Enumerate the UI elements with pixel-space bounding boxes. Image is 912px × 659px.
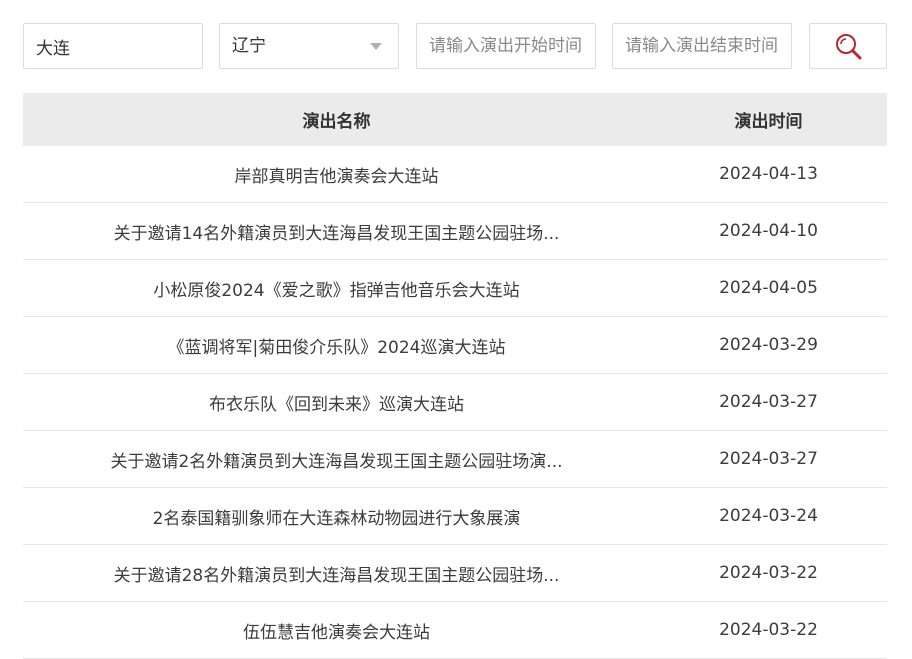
chevron-down-icon — [370, 43, 382, 50]
show-name[interactable]: 关于邀请28名外籍演员到大连海昌发现王国主题公园驻场... — [23, 544, 650, 602]
table-row[interactable]: 关于邀请14名外籍演员到大连海昌发现王国主题公园驻场... 2024-04-10 — [23, 202, 887, 260]
table-row[interactable]: 《蓝调将军|菊田俊介乐队》2024巡演大连站 2024-03-29 — [23, 316, 887, 374]
table-row[interactable]: 岸部真明吉他演奏会大连站 2024-04-13 — [23, 146, 887, 203]
show-date: 2024-03-24 — [650, 487, 887, 545]
province-select[interactable]: 辽宁 — [219, 23, 399, 69]
shows-table: 演出名称 演出时间 岸部真明吉他演奏会大连站 2024-04-13 关于邀请14… — [23, 93, 887, 659]
show-name[interactable]: 伍伍慧吉他演奏会大连站 — [23, 601, 650, 659]
show-name[interactable]: 关于邀请2名外籍演员到大连海昌发现王国主题公园驻场演... — [23, 430, 650, 488]
show-date: 2024-03-22 — [650, 601, 887, 659]
show-date: 2024-04-05 — [650, 259, 887, 317]
table-header-row: 演出名称 演出时间 — [23, 93, 887, 146]
table-row[interactable]: 伍伍慧吉他演奏会大连站 2024-03-22 — [23, 601, 887, 659]
province-selected-value: 辽宁 — [232, 36, 266, 56]
city-field[interactable] — [23, 23, 203, 69]
end-date-field[interactable] — [612, 23, 792, 69]
city-input[interactable] — [24, 24, 202, 68]
table-row[interactable]: 关于邀请2名外籍演员到大连海昌发现王国主题公园驻场演... 2024-03-27 — [23, 430, 887, 488]
show-name[interactable]: 2名泰国籍驯象师在大连森林动物园进行大象展演 — [23, 487, 650, 545]
show-name[interactable]: 《蓝调将军|菊田俊介乐队》2024巡演大连站 — [23, 316, 650, 374]
show-date: 2024-04-13 — [650, 146, 887, 203]
magnifier-icon — [836, 34, 862, 60]
show-name[interactable]: 关于邀请14名外籍演员到大连海昌发现王国主题公园驻场... — [23, 202, 650, 260]
show-date: 2024-03-22 — [650, 544, 887, 602]
search-button[interactable] — [809, 23, 887, 69]
show-date: 2024-03-29 — [650, 316, 887, 374]
show-name[interactable]: 岸部真明吉他演奏会大连站 — [23, 146, 650, 203]
table-row[interactable]: 布衣乐队《回到未来》巡演大连站 2024-03-27 — [23, 373, 887, 431]
end-date-input[interactable] — [613, 24, 791, 68]
start-date-input[interactable] — [417, 24, 595, 68]
show-name[interactable]: 布衣乐队《回到未来》巡演大连站 — [23, 373, 650, 431]
column-header-name: 演出名称 — [23, 93, 650, 146]
show-date: 2024-04-10 — [650, 202, 887, 260]
show-date: 2024-03-27 — [650, 430, 887, 488]
table-row[interactable]: 小松原俊2024《爱之歌》指弹吉他音乐会大连站 2024-04-05 — [23, 259, 887, 317]
show-name[interactable]: 小松原俊2024《爱之歌》指弹吉他音乐会大连站 — [23, 259, 650, 317]
table-row[interactable]: 2名泰国籍驯象师在大连森林动物园进行大象展演 2024-03-24 — [23, 487, 887, 545]
column-header-date: 演出时间 — [650, 93, 887, 146]
start-date-field[interactable] — [416, 23, 596, 69]
table-row[interactable]: 关于邀请28名外籍演员到大连海昌发现王国主题公园驻场... 2024-03-22 — [23, 544, 887, 602]
show-date: 2024-03-27 — [650, 373, 887, 431]
search-bar: 辽宁 — [23, 23, 887, 69]
